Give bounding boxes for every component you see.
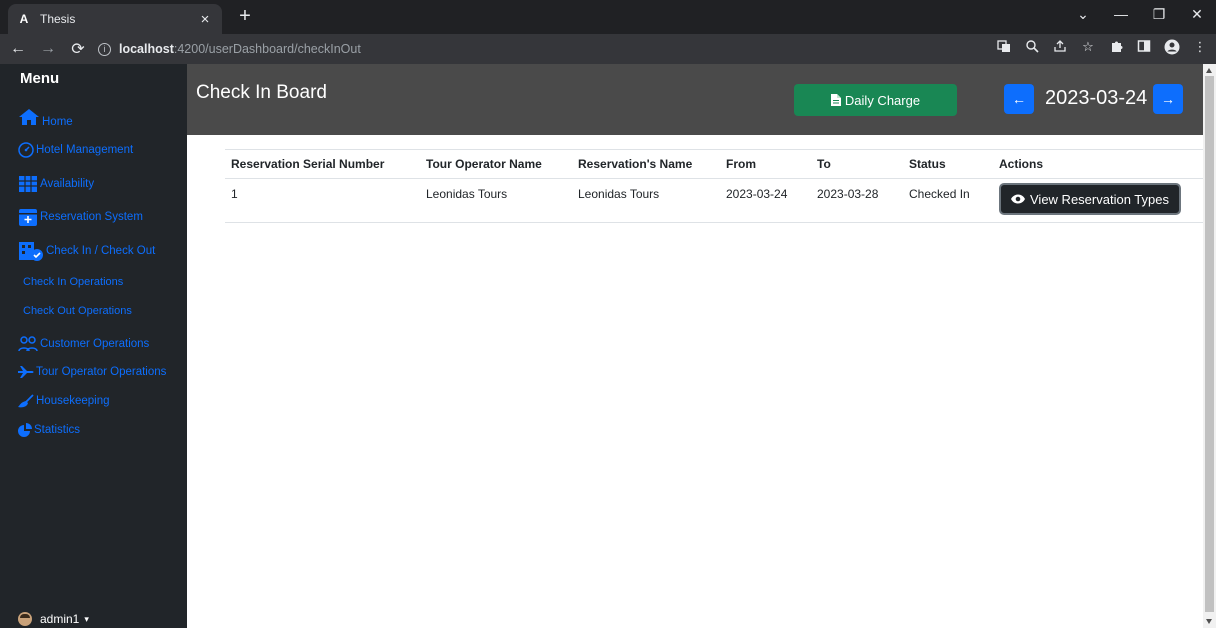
cell-status: Checked In	[903, 178, 993, 223]
column-header: From	[720, 149, 811, 179]
sidebar: Menu Home Hotel Management Availability …	[0, 64, 187, 628]
view-reservation-types-label: View Reservation Types	[1030, 191, 1169, 207]
minimize-icon[interactable]: —	[1108, 2, 1134, 26]
eye-icon	[1011, 194, 1025, 204]
browser-actions: ☆ ⋮	[996, 39, 1208, 58]
arrow-left-icon: ←	[1012, 91, 1026, 107]
zoom-icon[interactable]	[1024, 39, 1040, 58]
caret-down-icon: ▾	[84, 613, 89, 624]
extensions-icon[interactable]	[1108, 39, 1124, 58]
column-header: Actions	[993, 149, 1203, 179]
daily-charge-button[interactable]: Daily Charge	[794, 84, 957, 116]
sidebar-item-label: Availability	[40, 178, 95, 190]
cell-serial: 1	[225, 178, 420, 223]
tab-favicon-icon: A	[19, 12, 29, 26]
sidebar-item-housekeeping[interactable]: Housekeeping	[18, 394, 110, 408]
sidebar-item-label: Tour Operator Operations	[36, 366, 167, 378]
translate-icon[interactable]	[996, 39, 1012, 58]
table-icon	[18, 175, 38, 193]
column-header: To	[811, 149, 903, 179]
site-info-icon[interactable]: i	[98, 42, 111, 56]
address-bar[interactable]: i localhost:4200/userDashboard/checkInOu…	[98, 37, 968, 61]
tab-search-icon[interactable]: ⌄	[1070, 2, 1096, 26]
restore-icon[interactable]: ❐	[1146, 2, 1172, 26]
sidebar-item-reservation-system[interactable]: Reservation System	[18, 207, 143, 227]
board-header: Check In Board Daily Charge ← 2023-03-24…	[187, 64, 1203, 135]
sidebar-item-customer-operations[interactable]: Customer Operations	[18, 335, 149, 353]
sidebar-subitem-check-out-operations[interactable]: Check Out Operations	[23, 305, 132, 317]
table-header-row: Reservation Serial Number Tour Operator …	[225, 149, 1203, 179]
sidebar-item-label: Customer Operations	[40, 338, 150, 350]
daily-charge-label: Daily Charge	[844, 92, 921, 108]
sidebar-item-label: Hotel Management	[36, 144, 134, 156]
cell-from: 2023-03-24	[720, 178, 811, 223]
browser-tab[interactable]: A Thesis ×	[8, 4, 222, 34]
sidebar-item-statistics[interactable]: Statistics	[18, 423, 80, 437]
table-row: 1 Leonidas Tours Leonidas Tours 2023-03-…	[225, 178, 1203, 223]
column-header: Reservation Serial Number	[225, 149, 420, 179]
user-menu[interactable]: admin1 ▾	[18, 612, 89, 626]
window-controls: ⌄ — ❐ ✕	[1070, 2, 1210, 26]
back-arrow-icon[interactable]: ←	[6, 40, 30, 58]
menu-title: Menu	[20, 70, 60, 87]
sidebar-item-label: Check In / Check Out	[46, 245, 156, 257]
avatar	[18, 612, 32, 626]
cell-reservation-name: Leonidas Tours	[572, 178, 720, 223]
prev-date-button[interactable]: ←	[1004, 84, 1034, 114]
tab-title: Thesis	[40, 12, 76, 26]
browser-toolbar: ← → ⟳ i localhost:4200/userDashboard/che…	[0, 34, 1216, 64]
sidebar-item-label: Reservation System	[40, 211, 143, 223]
sidebar-item-availability[interactable]: Availability	[18, 175, 94, 193]
sidebar-item-hotel-management[interactable]: Hotel Management	[18, 142, 133, 158]
share-icon[interactable]	[1052, 39, 1068, 58]
plane-icon	[18, 365, 34, 379]
browser-tab-bar: A Thesis × + ⌄ — ❐ ✕	[0, 0, 1216, 34]
file-invoice-icon	[830, 94, 841, 106]
forward-arrow-icon[interactable]: →	[36, 40, 60, 58]
reservation-table: Reservation Serial Number Tour Operator …	[225, 149, 1203, 223]
sidebar-item-home[interactable]: Home	[18, 106, 73, 128]
calendar-plus-icon	[18, 207, 38, 227]
home-icon	[18, 108, 40, 126]
pie-chart-icon	[18, 423, 32, 437]
column-header: Status	[903, 149, 993, 179]
cell-tour-operator: Leonidas Tours	[420, 178, 572, 223]
page-scrollbar[interactable]	[1203, 64, 1216, 628]
cell-actions: View Reservation Types	[993, 178, 1203, 223]
sidebar-item-check-in-out[interactable]: Check In / Check Out	[18, 241, 155, 261]
column-header: Tour Operator Name	[420, 149, 572, 179]
new-tab-button[interactable]: +	[234, 6, 256, 28]
gauge-icon	[18, 142, 34, 158]
page-title: Check In Board	[196, 82, 327, 103]
scroll-up-icon[interactable]	[1206, 68, 1212, 73]
close-window-icon[interactable]: ✕	[1184, 2, 1210, 26]
scroll-down-icon[interactable]	[1206, 619, 1212, 624]
bookmark-star-icon[interactable]: ☆	[1080, 39, 1096, 58]
url-host: localhost	[119, 42, 174, 56]
broom-icon	[18, 394, 34, 408]
sidebar-subitem-check-in-operations[interactable]: Check In Operations	[23, 276, 123, 288]
sidebar-item-tour-operator-operations[interactable]: Tour Operator Operations	[18, 365, 166, 379]
column-header: Reservation's Name	[572, 149, 720, 179]
sidebar-item-label: Statistics	[34, 424, 81, 436]
scroll-thumb[interactable]	[1205, 76, 1214, 612]
username: admin1	[40, 612, 80, 626]
reload-icon[interactable]: ⟳	[66, 39, 90, 59]
url-path: :4200/userDashboard/checkInOut	[173, 42, 361, 56]
current-date: 2023-03-24	[1045, 87, 1148, 109]
tab-close-icon[interactable]: ×	[196, 11, 214, 28]
arrow-right-icon: →	[1161, 91, 1175, 107]
hotel-check-icon	[18, 241, 44, 261]
sidebar-item-label: Home	[42, 116, 73, 128]
cell-to: 2023-03-28	[811, 178, 903, 223]
next-date-button[interactable]: →	[1153, 84, 1183, 114]
side-panel-icon[interactable]	[1136, 39, 1152, 58]
users-icon	[18, 335, 38, 353]
kebab-menu-icon[interactable]: ⋮	[1192, 39, 1208, 58]
profile-icon[interactable]	[1164, 39, 1180, 58]
sidebar-item-label: Housekeeping	[36, 395, 110, 407]
view-reservation-types-button[interactable]: View Reservation Types	[999, 183, 1181, 215]
